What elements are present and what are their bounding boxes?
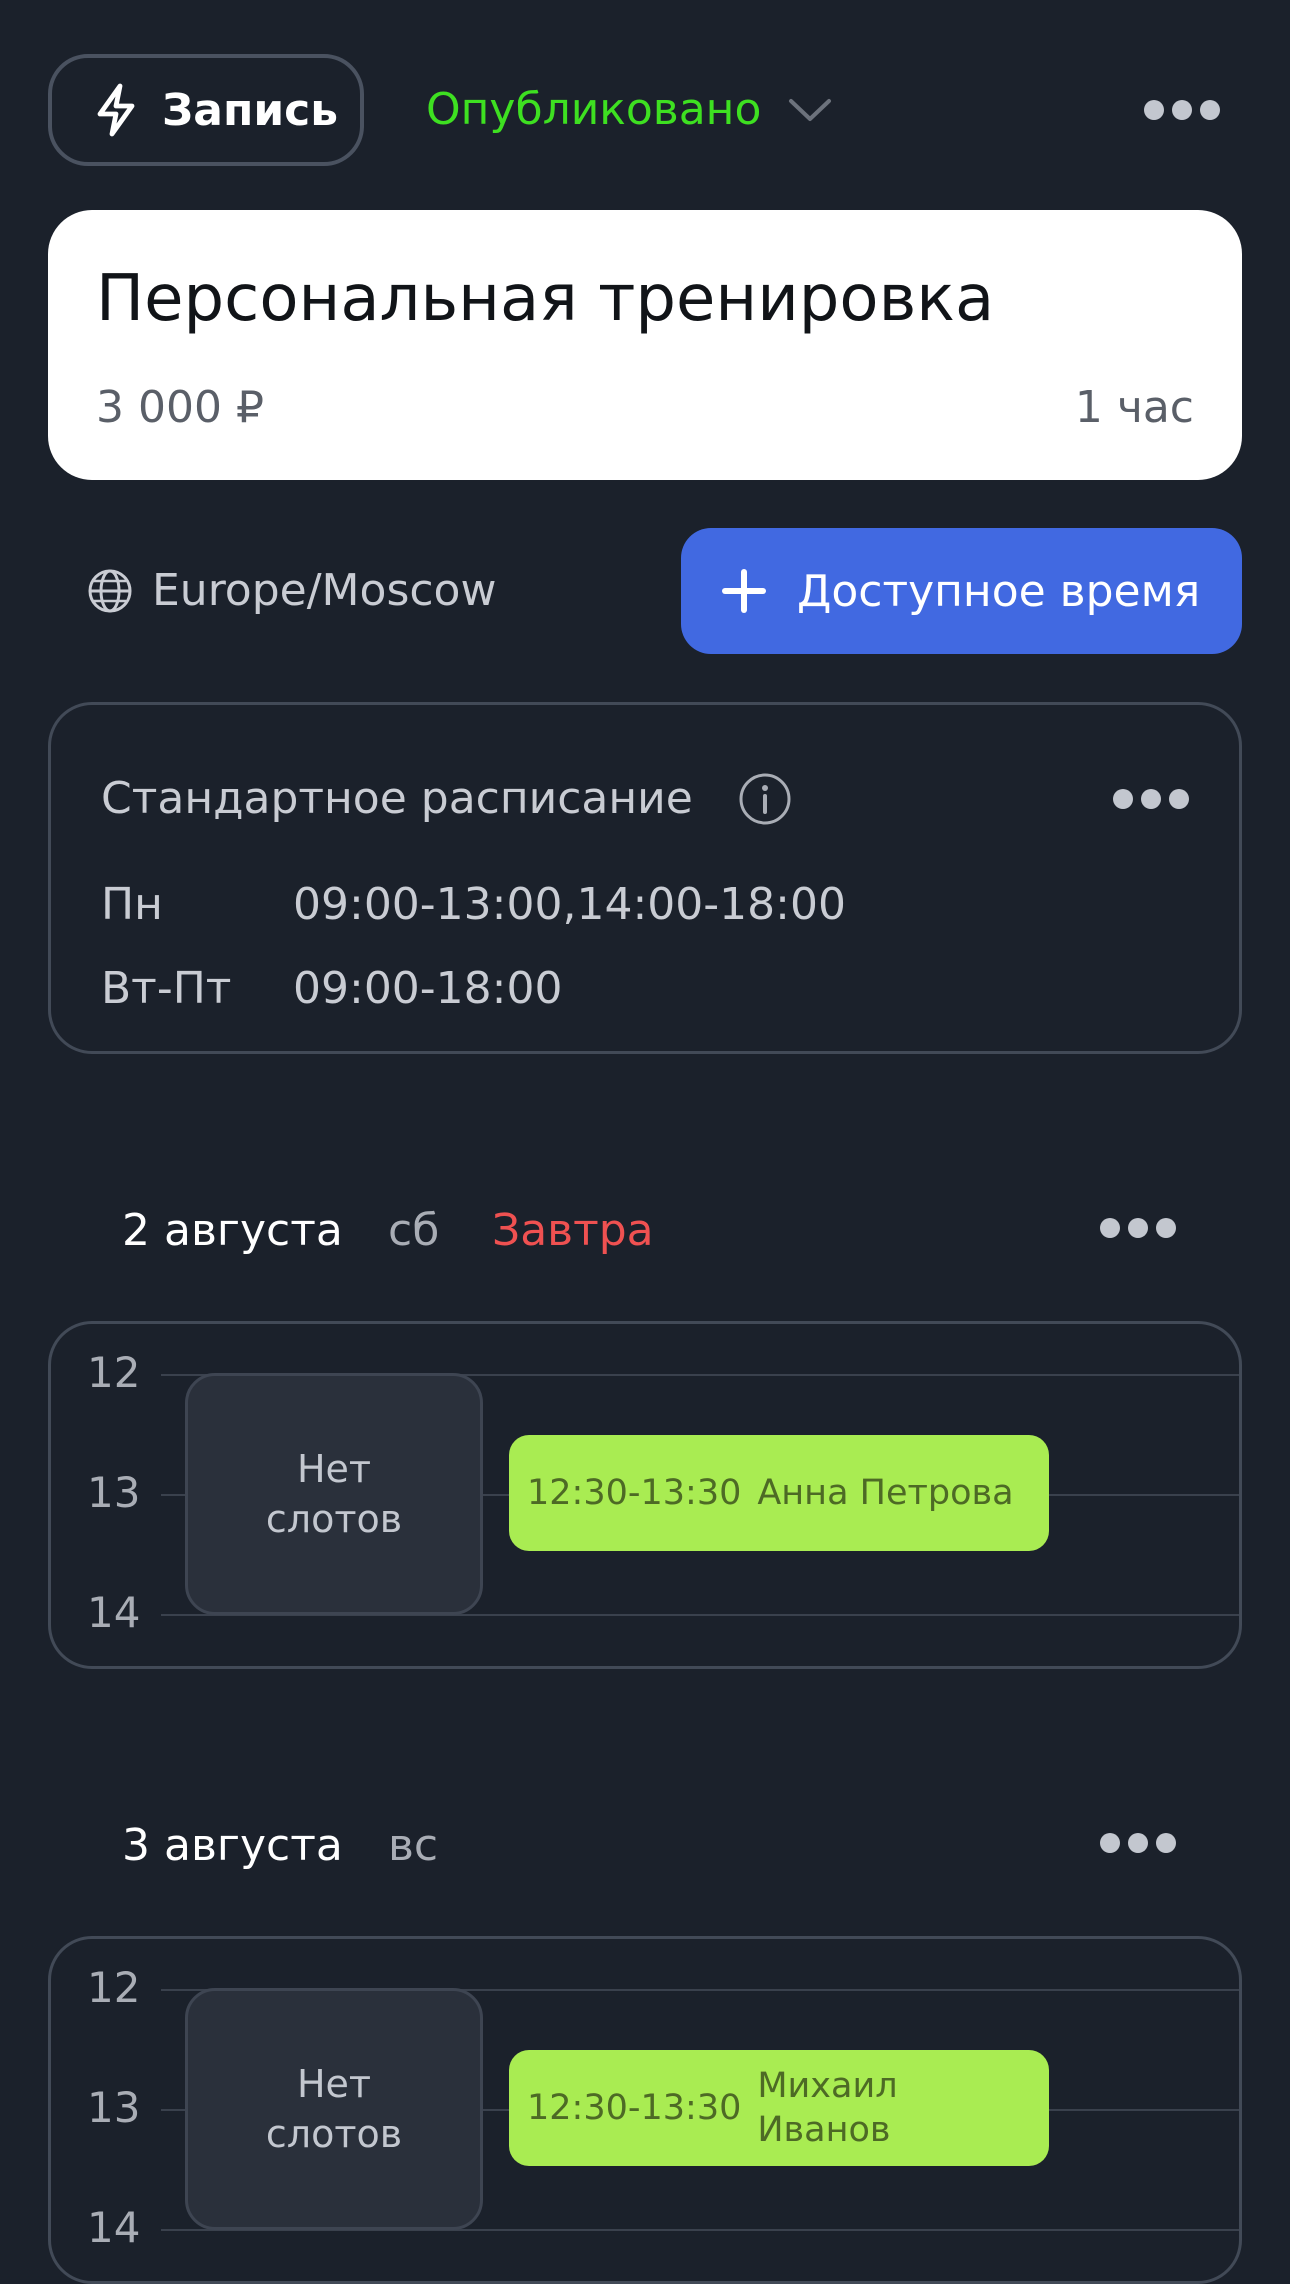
service-card[interactable]: Персональная тренировка 3 000 ₽ 1 час bbox=[48, 210, 1242, 480]
no-slots-text: слотов bbox=[265, 2112, 403, 2156]
day-weekday: сб bbox=[388, 1205, 440, 1256]
record-type-button[interactable]: Запись bbox=[48, 54, 364, 166]
more-options-icon[interactable] bbox=[1144, 100, 1220, 120]
timezone-selector[interactable]: Europe/Moscow bbox=[86, 565, 496, 616]
booking-time: 12:30-13:30 bbox=[527, 1473, 742, 1513]
lightning-icon bbox=[97, 83, 135, 137]
globe-icon bbox=[88, 569, 132, 612]
publish-status-label: Опубликовано bbox=[426, 84, 762, 135]
day-more-icon[interactable] bbox=[1100, 1833, 1176, 1853]
day-relative-label: Завтра bbox=[492, 1205, 654, 1256]
booking-time: 12:30-13:30 bbox=[527, 2088, 742, 2128]
booking-block[interactable]: 12:30-13:30 Михаил Иванов bbox=[509, 2050, 1049, 2166]
no-slots-text: Нет bbox=[296, 1447, 372, 1491]
hour-label: 12 bbox=[87, 1963, 141, 2012]
hour-label: 14 bbox=[87, 2203, 141, 2252]
day-weekday: вс bbox=[388, 1820, 439, 1871]
booking-client-name: Михаил Иванов bbox=[757, 2064, 897, 2152]
info-icon[interactable] bbox=[737, 771, 793, 827]
chevron-down-icon bbox=[789, 98, 832, 121]
day-more-icon[interactable] bbox=[1100, 1218, 1176, 1238]
day-date: 3 августа bbox=[122, 1820, 343, 1871]
service-title: Персональная тренировка bbox=[96, 262, 995, 336]
publish-status-dropdown[interactable]: Опубликовано bbox=[426, 84, 833, 135]
hour-label: 14 bbox=[87, 1588, 141, 1637]
plus-icon bbox=[722, 569, 766, 613]
standard-schedule-card[interactable]: Стандартное расписание Пн 09:00-13:00,14… bbox=[48, 702, 1242, 1054]
day-timeline: 12 13 14 Нет слотов 12:30-13:30 Анна Петр… bbox=[48, 1321, 1242, 1669]
no-slots-block[interactable]: Нет слотов bbox=[185, 1988, 483, 2230]
record-type-label: Запись bbox=[162, 84, 339, 136]
schedule-more-icon[interactable] bbox=[1113, 789, 1189, 809]
booking-client-first-name: Михаил bbox=[757, 2066, 898, 2106]
schedule-title: Стандартное расписание bbox=[101, 773, 693, 824]
hour-label: 12 bbox=[87, 1348, 141, 1397]
hour-label: 13 bbox=[87, 1468, 141, 1517]
day-date: 2 августа bbox=[122, 1205, 343, 1256]
booking-client-name: Анна Петрова bbox=[757, 1473, 1014, 1513]
no-slots-block[interactable]: Нет слотов bbox=[185, 1373, 483, 1615]
schedule-row-times: 09:00-13:00,14:00-18:00 bbox=[293, 879, 846, 930]
no-slots-text: слотов bbox=[265, 1497, 403, 1541]
service-duration: 1 час bbox=[1074, 382, 1194, 433]
day-timeline: 12 13 14 Нет слотов 12:30-13:30 Михаил Ива… bbox=[48, 1936, 1242, 2284]
schedule-row-times: 09:00-18:00 bbox=[293, 963, 563, 1014]
booking-block[interactable]: 12:30-13:30 Анна Петрова bbox=[509, 1435, 1049, 1551]
no-slots-text: Нет bbox=[296, 2062, 372, 2106]
booking-client-last-name: Иванов bbox=[757, 2110, 891, 2150]
service-price: 3 000 ₽ bbox=[96, 382, 264, 433]
hour-label: 13 bbox=[87, 2083, 141, 2132]
schedule-row-days: Пн bbox=[101, 879, 163, 930]
add-available-time-label: Доступное время bbox=[797, 565, 1201, 617]
timezone-label: Europe/Moscow bbox=[152, 565, 497, 616]
schedule-row-days: Вт-Пт bbox=[101, 963, 232, 1014]
add-available-time-button[interactable]: Доступное время bbox=[681, 528, 1242, 654]
